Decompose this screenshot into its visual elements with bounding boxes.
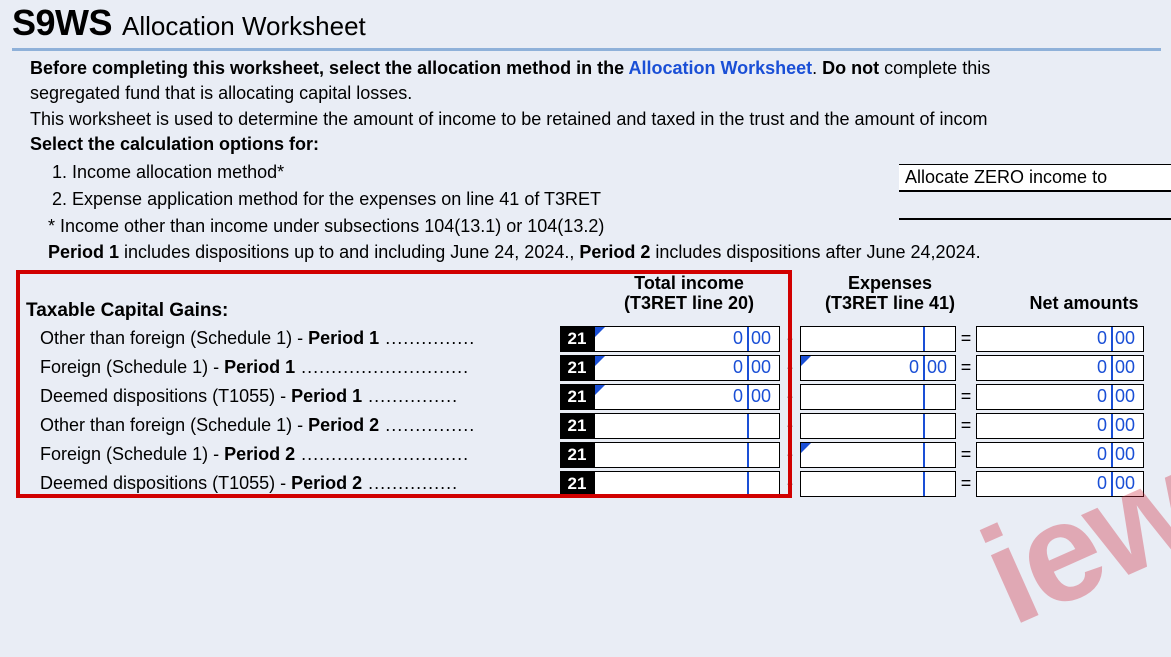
total-income-field[interactable]: 000 xyxy=(594,384,780,410)
expenses-field[interactable] xyxy=(800,326,956,352)
line-number-box: 21 xyxy=(560,384,594,410)
header-expenses-2: (T3RET line 41) xyxy=(812,294,968,314)
select-options-heading: Select the calculation options for: xyxy=(30,133,1161,156)
allocation-method-field[interactable]: Allocate ZERO income to xyxy=(899,164,1171,220)
minus-op: - xyxy=(780,357,800,378)
allocation-method-underline xyxy=(899,196,1171,220)
net-amount-field[interactable]: 000 xyxy=(976,442,1144,468)
equals-op: = xyxy=(956,328,976,349)
minus-op: - xyxy=(780,444,800,465)
total-income-field[interactable] xyxy=(594,442,780,468)
header-expenses-1: Expenses xyxy=(812,274,968,294)
period2-label: Period 2 xyxy=(579,242,650,262)
period2-text: includes dispositions after June 24,2024… xyxy=(650,242,980,262)
minus-op: - xyxy=(780,415,800,436)
net-amount-field[interactable]: 000 xyxy=(976,326,1144,352)
table-row: Other than foreign (Schedule 1) - Period… xyxy=(26,324,1161,353)
minus-op: - xyxy=(780,473,800,494)
allocation-worksheet-link[interactable]: Allocation Worksheet xyxy=(628,58,812,78)
intro-para-1b: segregated fund that is allocating capit… xyxy=(30,82,1161,105)
row-label: Other than foreign (Schedule 1) - Period… xyxy=(26,415,560,436)
equals-op: = xyxy=(956,473,976,494)
period1-label: Period 1 xyxy=(48,242,119,262)
header-total-income-2: (T3RET line 20) xyxy=(596,294,782,314)
total-income-field[interactable] xyxy=(594,413,780,439)
equals-op: = xyxy=(956,357,976,378)
total-income-field[interactable]: 000 xyxy=(594,355,780,381)
net-amount-field[interactable]: 000 xyxy=(976,384,1144,410)
total-income-field[interactable]: 000 xyxy=(594,326,780,352)
title-divider xyxy=(12,48,1161,51)
period1-text: includes dispositions up to and includin… xyxy=(119,242,579,262)
line-number-box: 21 xyxy=(560,471,594,497)
row-label: Deemed dispositions (T1055) - Period 2 .… xyxy=(26,473,560,494)
minus-op: - xyxy=(780,328,800,349)
line-number-box: 21 xyxy=(560,442,594,468)
intro-para-1-donot: Do not xyxy=(822,58,879,78)
expenses-field[interactable] xyxy=(800,413,956,439)
net-amount-field[interactable]: 000 xyxy=(976,471,1144,497)
allocation-method-value[interactable]: Allocate ZERO income to xyxy=(899,164,1171,192)
total-income-field[interactable] xyxy=(594,471,780,497)
table-row: Other than foreign (Schedule 1) - Period… xyxy=(26,411,1161,440)
dropdown-indicator-icon xyxy=(801,356,811,366)
minus-op: - xyxy=(780,386,800,407)
equals-op: = xyxy=(956,444,976,465)
dropdown-indicator-icon xyxy=(801,443,811,453)
expenses-field[interactable]: 000 xyxy=(800,355,956,381)
line-number-box: 21 xyxy=(560,326,594,352)
table-row: Foreign (Schedule 1) - Period 1 ........… xyxy=(26,353,1161,382)
header-net-amounts: Net amounts xyxy=(1000,294,1168,314)
form-title: Allocation Worksheet xyxy=(122,11,366,42)
row-label: Foreign (Schedule 1) - Period 1 ........… xyxy=(26,357,560,378)
equals-op: = xyxy=(956,415,976,436)
line-number-box: 21 xyxy=(560,413,594,439)
section-title: Taxable Capital Gains: xyxy=(26,300,228,322)
form-code: S9WS xyxy=(12,2,112,44)
table-row: Deemed dispositions (T1055) - Period 2 .… xyxy=(26,469,1161,498)
dropdown-indicator-icon xyxy=(595,356,605,366)
intro-para-2: This worksheet is used to determine the … xyxy=(30,108,1161,131)
equals-op: = xyxy=(956,386,976,407)
net-amount-field[interactable]: 000 xyxy=(976,413,1144,439)
periods-note: Period 1 includes dispositions up to and… xyxy=(30,241,1161,264)
dropdown-indicator-icon xyxy=(595,327,605,337)
expenses-field[interactable] xyxy=(800,384,956,410)
net-amount-field[interactable]: 000 xyxy=(976,355,1144,381)
intro-para-1-dot: . xyxy=(812,58,822,78)
line-number-box: 21 xyxy=(560,355,594,381)
row-label: Deemed dispositions (T1055) - Period 1 .… xyxy=(26,386,560,407)
dropdown-indicator-icon xyxy=(595,385,605,395)
expenses-field[interactable] xyxy=(800,442,956,468)
expenses-field[interactable] xyxy=(800,471,956,497)
table-row: Deemed dispositions (T1055) - Period 1 .… xyxy=(26,382,1161,411)
intro-para-1-pre: Before completing this worksheet, select… xyxy=(30,58,628,78)
intro-para-1-tail: complete this xyxy=(879,58,990,78)
intro-para-1: Before completing this worksheet, select… xyxy=(30,57,1161,80)
row-label: Other than foreign (Schedule 1) - Period… xyxy=(26,328,560,349)
row-label: Foreign (Schedule 1) - Period 2 ........… xyxy=(26,444,560,465)
table-row: Foreign (Schedule 1) - Period 2 ........… xyxy=(26,440,1161,469)
header-total-income-1: Total income xyxy=(596,274,782,294)
